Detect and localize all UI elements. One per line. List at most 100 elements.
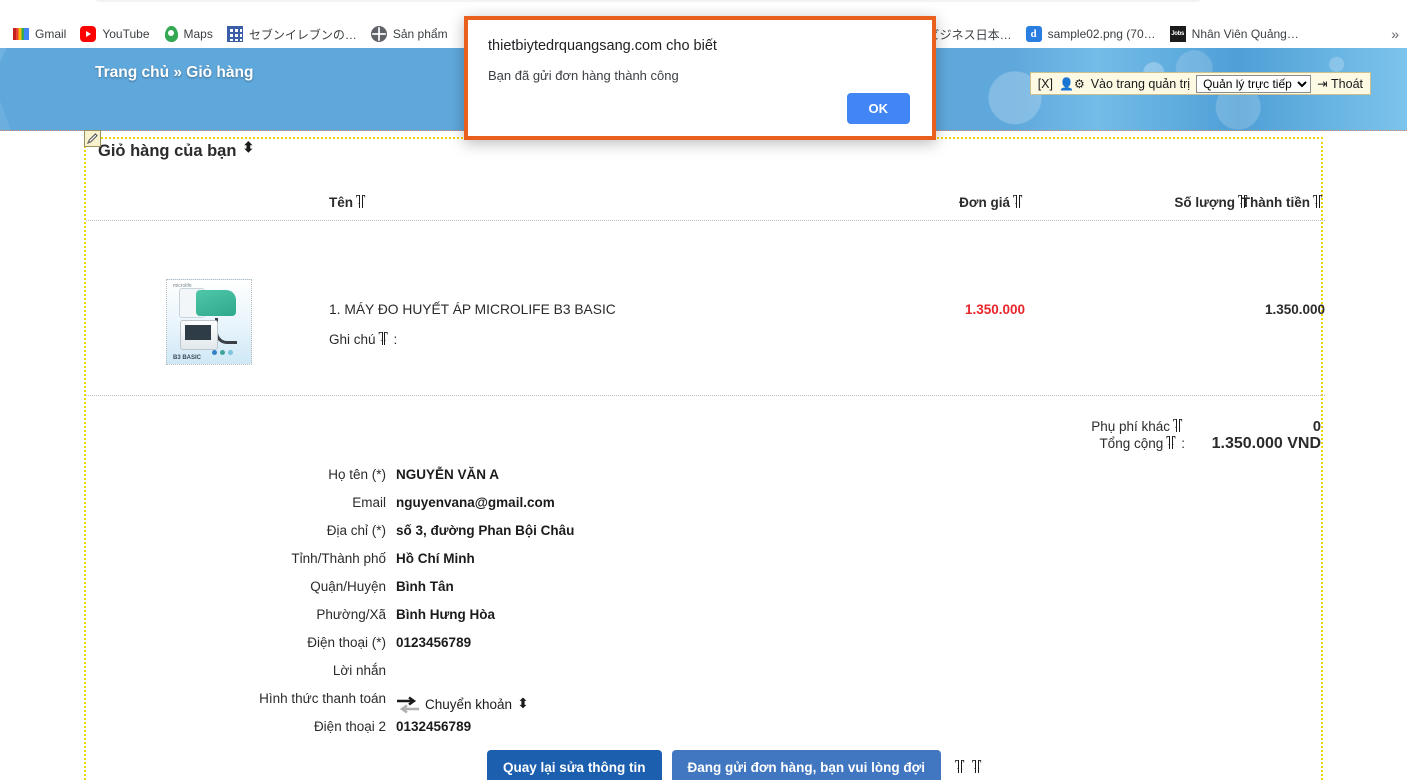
back-to-edit-button[interactable]: Quay lại sửa thông tin: [487, 750, 662, 780]
field-label: Hình thức thanh toán: [259, 691, 386, 706]
bookmark-label: セブンイレブンの…: [248, 27, 357, 42]
bookmark-youtube[interactable]: YouTube: [73, 22, 156, 46]
field-label: Tỉnh/Thành phố: [291, 551, 386, 566]
bookmark-sample02[interactable]: d sample02.png (70…: [1019, 22, 1163, 46]
admin-logout-button[interactable]: ⇥ Thoát: [1317, 76, 1363, 91]
column-header-total: Thành tiền: [1241, 194, 1325, 211]
field-row-phone2: Điện thoại 2 0132456789: [86, 718, 1325, 736]
product-note-label: Ghi chú: [329, 332, 376, 347]
cart-totals: Phụ phí khác 0 Tổng cộng : 1.350.000 VND: [1091, 418, 1321, 453]
fee-label: Phụ phí khác: [1091, 419, 1170, 434]
alert-body: thietbiytedrquangsang.com cho biết Bạn đ…: [468, 20, 932, 136]
bookmark-maps[interactable]: Maps: [157, 22, 220, 46]
fee-label-wrap: Phụ phí khác: [1091, 418, 1185, 435]
youtube-icon: [80, 26, 97, 42]
product-name: 1. MÁY ĐO HUYẾT ÁP MICROLIFE B3 BASIC: [329, 302, 616, 317]
text-edit-icon[interactable]: [356, 194, 368, 210]
bookmark-nhan-vien[interactable]: Jobs Nhân Viên Quảng…: [1163, 22, 1306, 46]
field-row-email: Email nguyenvana@gmail.com: [86, 494, 1325, 512]
grand-total-label: Tổng cộng: [1099, 436, 1164, 451]
product-line-total: 1.350.000: [1264, 302, 1325, 317]
grand-total-label-wrap: Tổng cộng :: [1099, 435, 1185, 452]
bookmark-seven-eleven[interactable]: セブンイレブンの…: [220, 22, 364, 46]
product-thumbnail[interactable]: microlife B3 BASIC: [166, 279, 252, 365]
bookmark-san-pham[interactable]: Sản phẩm: [364, 22, 455, 46]
product-unit-price: 1.350.000: [964, 302, 1025, 317]
text-edit-icon[interactable]: [955, 759, 967, 775]
field-label: Họ tên (*): [328, 467, 386, 482]
alert-origin-text: thietbiytedrquangsang.com cho biết: [488, 38, 717, 54]
document-d-icon: d: [1025, 26, 1042, 42]
field-label: Email: [352, 495, 386, 510]
jobs-icon: Jobs: [1169, 26, 1186, 42]
field-value-phone: 0123456789: [396, 635, 472, 650]
bookmark-label: Sản phẩm: [392, 27, 448, 41]
field-label: Điện thoại 2: [313, 719, 386, 734]
fee-value: 0: [1312, 419, 1321, 435]
submit-order-button[interactable]: Đang gửi đơn hàng, bạn vui lòng đợi: [671, 750, 942, 780]
bookmark-label: Nhân Viên Quảng…: [1191, 27, 1299, 41]
order-info-form: Họ tên (*) NGUYỄN VĂN A Email nguyenvana…: [86, 466, 1325, 780]
field-row-province: Tỉnh/Thành phố Hồ Chí Minh: [86, 550, 1325, 568]
bookmark-label: YouTube: [102, 27, 150, 41]
field-value-address: số 3, đường Phan Bội Châu: [396, 523, 575, 538]
bookmark-gmail[interactable]: Gmail: [6, 22, 73, 46]
bookmark-label: Gmail: [35, 27, 67, 41]
field-row-payment: Hình thức thanh toán Chuyển khoản: [86, 690, 1325, 714]
grand-total-value: 1.350.000 VND: [1211, 435, 1321, 452]
product-note-row: Ghi chú :: [329, 331, 398, 348]
text-edit-icon[interactable]: [972, 759, 984, 775]
breadcrumb[interactable]: Trang chủ » Giỏ hàng: [95, 64, 253, 82]
field-row-message: Lời nhắn: [86, 662, 1325, 680]
address-bar[interactable]: ⚠ Không bảo mật | http://thietbiytedrqua…: [88, 0, 1208, 2]
admin-toolbar: [X] 👤⚙ Vào trang quản trị Quản lý trực t…: [1029, 72, 1371, 95]
field-label: Địa chỉ (*): [326, 523, 386, 538]
cart-table-header: Tên Đơn giá Số lượng Thành tiền: [86, 194, 1325, 221]
edit-pencil-icon[interactable]: [84, 130, 101, 147]
column-header-qty: Số lượng: [1174, 194, 1250, 211]
text-edit-icon[interactable]: [1013, 194, 1025, 210]
payment-method-text: Chuyển khoản: [425, 697, 513, 712]
text-edit-icon[interactable]: [1173, 418, 1185, 434]
field-row-fullname: Họ tên (*) NGUYỄN VĂN A: [86, 466, 1325, 484]
field-value-fullname: NGUYỄN VĂN A: [396, 467, 500, 482]
button-edit-icons: [955, 759, 984, 775]
column-header-price: Đơn giá: [959, 194, 1025, 211]
seven-eleven-icon: [226, 26, 243, 42]
thumb-screen-shape: [185, 325, 211, 340]
column-header-name: Tên: [329, 194, 368, 211]
move-handle-icon[interactable]: [517, 696, 530, 712]
move-handle-icon[interactable]: [242, 140, 255, 156]
column-header-label: Thành tiền: [1241, 195, 1310, 210]
bookmark-label: sample02.png (70…: [1047, 27, 1156, 41]
text-edit-icon[interactable]: [1313, 194, 1325, 210]
text-edit-icon[interactable]: [1166, 435, 1178, 451]
form-actions: Quay lại sửa thông tin Đang gửi đơn hàng…: [86, 750, 1325, 780]
field-row-phone: Điện thoại (*) 0123456789: [86, 634, 1325, 652]
thumb-hose-shape: [215, 318, 237, 344]
grand-total-suffix: :: [1181, 436, 1185, 451]
field-row-address: Địa chỉ (*) số 3, đường Phan Bội Châu: [86, 522, 1325, 540]
grand-total-row: Tổng cộng : 1.350.000 VND: [1091, 435, 1321, 453]
admin-close-button[interactable]: [X]: [1038, 77, 1053, 91]
column-header-label: Tên: [329, 195, 354, 210]
field-row-ward: Phường/Xã Bình Hưng Hòa: [86, 606, 1325, 624]
table-row: microlife B3 BASIC 1. MÁY ĐO HUYẾT ÁP MI…: [86, 221, 1325, 396]
thumb-model-text: B3 BASIC: [173, 355, 202, 361]
admin-user-icon: 👤⚙: [1059, 76, 1085, 91]
editable-content-region: Giỏ hàng của bạn Tên Đơn giá Số lượng Th…: [84, 130, 1325, 780]
admin-panel-link[interactable]: Vào trang quản trị: [1091, 77, 1190, 91]
text-edit-icon[interactable]: [379, 331, 391, 347]
field-value-ward: Bình Hưng Hòa: [396, 607, 496, 622]
column-header-label: Đơn giá: [959, 195, 1010, 210]
field-label: Phường/Xã: [316, 607, 386, 622]
field-value-email: nguyenvana@gmail.com: [396, 495, 555, 510]
admin-mode-select[interactable]: Quản lý trực tiếp: [1196, 74, 1312, 93]
admin-logout-label: Thoát: [1331, 77, 1363, 91]
page-title-text: Giỏ hàng của bạn: [98, 142, 237, 160]
bookmarks-overflow-button[interactable]: »: [1391, 24, 1399, 44]
product-note-suffix: :: [393, 332, 398, 347]
field-row-district: Quận/Huyện Bình Tân: [86, 578, 1325, 596]
field-value-district: Bình Tân: [396, 579, 454, 594]
alert-ok-button[interactable]: OK: [846, 93, 910, 124]
